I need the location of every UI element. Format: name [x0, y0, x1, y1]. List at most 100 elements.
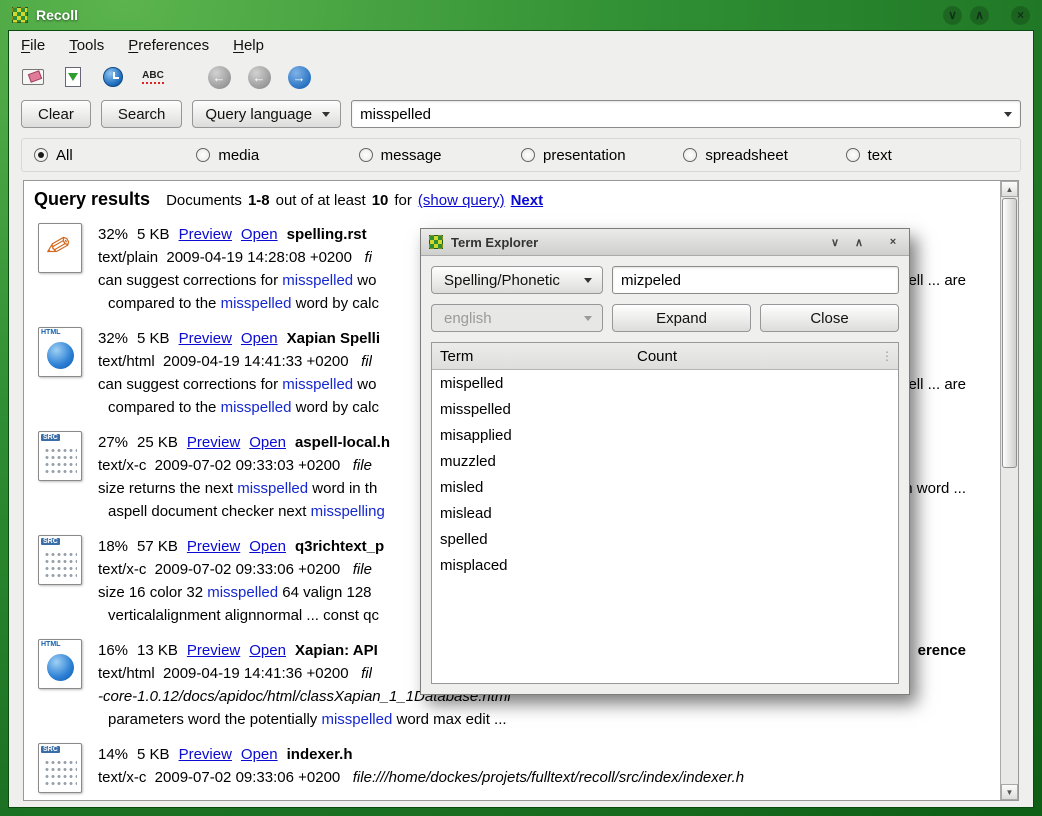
preview-link[interactable]: Preview [179, 223, 232, 246]
open-link[interactable]: Open [249, 535, 286, 558]
menu-preferences[interactable]: Preferences [128, 37, 209, 54]
results-scrollbar[interactable]: ▲ ▼ [1000, 181, 1018, 800]
filter-media[interactable]: media [196, 147, 358, 164]
snippet-overflow: ell ... are [908, 373, 966, 396]
result-title: Xapian Spelli [287, 327, 380, 350]
search-button[interactable]: Search [101, 100, 183, 128]
shade-button[interactable]: ∨ [943, 6, 962, 25]
chevron-down-icon [584, 316, 592, 321]
relevance-percent: 18% [98, 535, 128, 558]
results-range: 1-8 [248, 192, 270, 209]
filter-all[interactable]: All [34, 147, 196, 164]
filter-spreadsheet[interactable]: spreadsheet [683, 147, 845, 164]
term-input-value: mizpeled [621, 272, 681, 289]
count-column-header[interactable]: Count [637, 348, 881, 365]
term-row[interactable]: misled [432, 474, 898, 500]
preview-link[interactable]: Preview [187, 535, 240, 558]
filter-row: All media message presentation spreadsheet te… [21, 138, 1021, 172]
preview-link[interactable]: Preview [187, 639, 240, 662]
source-icon [38, 431, 82, 481]
term-cell: misspelled [432, 401, 637, 418]
close-button[interactable]: × [1011, 6, 1030, 25]
term-row[interactable]: mislead [432, 500, 898, 526]
language-value: english [444, 310, 492, 327]
scroll-up-button[interactable]: ▲ [1001, 181, 1018, 197]
filter-text[interactable]: text [846, 147, 1008, 164]
menu-tools[interactable]: Tools [69, 37, 104, 54]
dialog-close-button[interactable]: × [885, 234, 901, 250]
html-icon [38, 327, 82, 377]
open-link[interactable]: Open [249, 431, 286, 454]
preview-link[interactable]: Preview [179, 743, 232, 766]
filter-label: spreadsheet [705, 147, 788, 164]
dialog-close-action-button[interactable]: Close [760, 304, 899, 332]
result-title: q3richtext_p [295, 535, 384, 558]
dialog-window-buttons: ∨ ∧ × [827, 234, 901, 250]
query-dropdown-arrow-icon[interactable] [1004, 112, 1012, 117]
term-explorer-titlebar[interactable]: Term Explorer ∨ ∧ × [421, 229, 909, 256]
erase-search-button[interactable] [19, 63, 47, 91]
clock-icon [103, 67, 123, 87]
term-row[interactable]: misspelled [432, 396, 898, 422]
results-info: Documents 1-8 out of at least 10 for (sh… [166, 192, 543, 209]
query-input[interactable]: misspelled [351, 100, 1021, 128]
dialog-maximize-button[interactable]: ∧ [851, 234, 867, 250]
filter-label: media [218, 147, 259, 164]
scrollbar-thumb[interactable] [1002, 198, 1017, 468]
history-button[interactable] [99, 63, 127, 91]
term-row[interactable]: spelled [432, 526, 898, 552]
menu-help[interactable]: Help [233, 37, 264, 54]
query-mode-select[interactable]: Query language [192, 100, 341, 128]
term-explorer-window: Term Explorer ∨ ∧ × Spelling/Phonetic mi… [420, 228, 910, 695]
open-link[interactable]: Open [241, 223, 278, 246]
expansion-mode-select[interactable]: Spelling/Phonetic [431, 266, 603, 294]
open-link[interactable]: Open [249, 639, 286, 662]
scroll-down-button[interactable]: ▼ [1001, 784, 1018, 800]
source-icon [38, 535, 82, 585]
back-arrow-icon: ← [208, 66, 231, 89]
relevance-percent: 14% [98, 743, 128, 766]
scrollbar-track[interactable] [1001, 197, 1018, 784]
show-query-link[interactable]: (show query) [418, 192, 505, 209]
maximize-button[interactable]: ∧ [970, 6, 989, 25]
next-page-link[interactable]: Next [511, 192, 544, 209]
term-input[interactable]: mizpeled [612, 266, 899, 294]
term-cell: misapplied [432, 427, 637, 444]
dialog-shade-button[interactable]: ∨ [827, 234, 843, 250]
filter-label: message [381, 147, 442, 164]
expand-button[interactable]: Expand [612, 304, 751, 332]
documents-label: Documents [166, 192, 242, 209]
snippet-overflow: ell ... are [908, 269, 966, 292]
result-title: Xapian: API [295, 639, 378, 662]
file-size: 13 KB [137, 639, 178, 662]
titlebar[interactable]: Recoll ∨ ∧ × [0, 0, 1042, 30]
term-column-header[interactable]: Term [432, 348, 637, 365]
relevance-percent: 32% [98, 223, 128, 246]
filter-presentation[interactable]: presentation [521, 147, 683, 164]
preview-link[interactable]: Preview [187, 431, 240, 454]
open-link[interactable]: Open [241, 743, 278, 766]
preview-link[interactable]: Preview [179, 327, 232, 350]
filter-message[interactable]: message [359, 147, 521, 164]
spellcheck-button[interactable]: ABC [139, 63, 167, 91]
term-row[interactable]: mispelled [432, 370, 898, 396]
menu-file[interactable]: File [21, 37, 45, 54]
term-cell: misplaced [432, 557, 637, 574]
next-page-button[interactable]: → [285, 63, 313, 91]
first-page-button[interactable]: ← [205, 63, 233, 91]
term-cell: mislead [432, 505, 637, 522]
clear-button[interactable]: Clear [21, 100, 91, 128]
term-row[interactable]: muzzled [432, 448, 898, 474]
term-row[interactable]: misapplied [432, 422, 898, 448]
term-row[interactable]: misplaced [432, 552, 898, 578]
term-cell: mispelled [432, 375, 637, 392]
recoll-logo-icon [429, 235, 443, 249]
radio-icon [521, 148, 535, 162]
term-explorer-body: Spelling/Phonetic mizpeled english Expan… [421, 256, 909, 694]
update-index-button[interactable] [59, 63, 87, 91]
term-explorer-title: Term Explorer [451, 235, 538, 250]
language-select: english [431, 304, 603, 332]
query-mode-value: Query language [205, 106, 312, 123]
prev-page-button[interactable]: ← [245, 63, 273, 91]
open-link[interactable]: Open [241, 327, 278, 350]
